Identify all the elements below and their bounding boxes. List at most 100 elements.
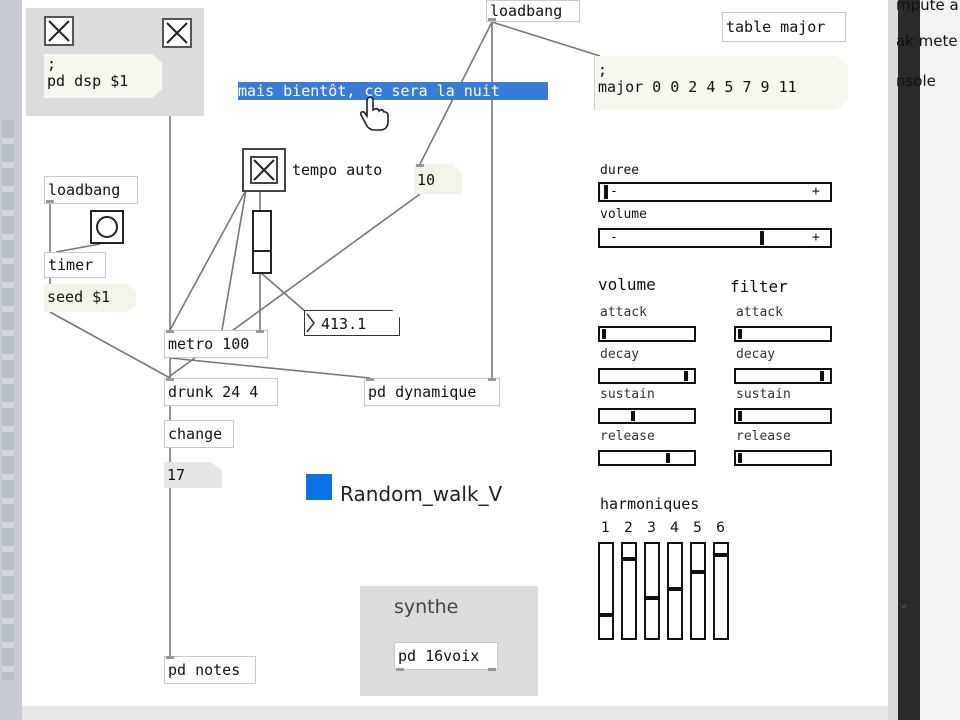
harmonic-slider-knob-2 (623, 557, 635, 561)
tempo-vertical-slider[interactable] (252, 210, 272, 274)
harmonic-slider-1[interactable] (598, 542, 614, 640)
duree-label: duree (600, 163, 640, 178)
harmonic-slider-2[interactable] (621, 542, 637, 640)
table-major-object[interactable]: table major (722, 12, 846, 42)
number-box-triangle-icon (306, 313, 315, 333)
x-icon (48, 20, 70, 42)
harmonic-number-3: 3 (647, 520, 656, 536)
volume-envelope-release-slider[interactable] (598, 450, 696, 466)
harmonic-number-1: 1 (601, 520, 610, 536)
major-scale-message[interactable]: ; major 0 0 2 4 5 7 9 11 (594, 56, 848, 110)
metro-inlet-left (166, 330, 174, 333)
tempo-vertical-slider-knob (254, 250, 270, 252)
harmonic-slider-3[interactable] (644, 542, 660, 640)
loadbang-left-outlet (46, 200, 54, 203)
volume-envelope-attack-slider[interactable] (598, 326, 696, 342)
blue-bang-square[interactable] (306, 474, 332, 500)
volume-envelope-decay-label: decay (600, 347, 640, 362)
harmonic-number-5: 5 (693, 520, 702, 536)
pd-16voix-object[interactable]: pd 16voix (394, 642, 498, 670)
bang-button[interactable] (90, 210, 124, 244)
pd-16voix-outlet-left (396, 668, 404, 671)
harmonic-number-2: 2 (624, 520, 633, 536)
harmonic-number-6: 6 (716, 520, 725, 536)
x-icon (166, 22, 188, 44)
drunk-object[interactable]: drunk 24 4 (164, 378, 278, 406)
filter-envelope-sustain-label: sustain (736, 387, 791, 402)
pd-dynamique-inlet-right (488, 378, 496, 381)
volume-slider[interactable]: - + (598, 228, 832, 248)
pd-notes-object[interactable]: pd notes (164, 656, 256, 684)
metro-inlet-right (256, 330, 264, 333)
loadbang-top-object[interactable]: loadbang (486, 0, 580, 22)
harmonic-slider-6[interactable] (713, 542, 729, 640)
pd-dynamique-inlet-left (366, 378, 374, 381)
loadbang-top-outlet (488, 18, 496, 21)
harmoniques-label: harmoniques (600, 495, 700, 513)
seed-message[interactable]: seed $1 (44, 284, 136, 312)
tempo-auto-toggle-inner (250, 156, 278, 184)
duree-slider-knob (604, 185, 608, 199)
metro-object[interactable]: metro 100 (164, 330, 268, 358)
selected-comment[interactable]: mais bientôt, ce sera la nuit (238, 82, 548, 100)
pd-notes-inlet (166, 656, 174, 659)
harmonic-slider-knob-4 (669, 587, 681, 591)
volume-envelope-decay-slider[interactable] (598, 368, 696, 384)
volume-minus: - (610, 230, 618, 245)
volume-envelope-sustain-slider[interactable] (598, 408, 696, 424)
volume-envelope-attack-label: attack (600, 305, 647, 320)
volume-envelope-release-knob (666, 453, 670, 463)
filter-envelope-attack-label: attack (736, 305, 783, 320)
volume-envelope-header: volume (598, 275, 656, 294)
filter-envelope-decay-label: decay (736, 347, 776, 362)
volume-envelope-sustain-knob (631, 411, 635, 421)
pd-16voix-outlet-right (488, 668, 496, 671)
pd-dynamique-object[interactable]: pd dynamique (364, 378, 500, 406)
harmonic-slider-knob-3 (646, 596, 658, 600)
timer-object[interactable]: timer (44, 252, 106, 278)
harmonic-slider-knob-6 (715, 553, 727, 557)
cord-metro-dynamique (169, 357, 371, 379)
volume-envelope-release-label: release (600, 429, 655, 444)
number-box-17[interactable]: 17 (164, 462, 222, 488)
hand-cursor-icon (360, 96, 389, 131)
cord-loadbang-top-to-major (491, 21, 601, 57)
filter-envelope-attack-slider[interactable] (734, 326, 832, 342)
harmonic-slider-4[interactable] (667, 542, 683, 640)
tempo-auto-label: tempo auto (292, 161, 383, 179)
x-icon (253, 159, 275, 181)
filter-envelope-release-slider[interactable] (734, 450, 832, 466)
filter-envelope-decay-knob (820, 371, 824, 381)
harmonic-slider-5[interactable] (690, 542, 706, 640)
filter-envelope-header: filter (730, 277, 788, 296)
harmonic-slider-knob-5 (692, 570, 704, 574)
harmonic-slider-knob-1 (600, 613, 612, 617)
loadbang-left-object[interactable]: loadbang (44, 176, 138, 204)
duree-slider[interactable]: - + (598, 182, 832, 202)
number-box-4131[interactable]: 413.1 (304, 310, 400, 336)
number-box-10[interactable]: 10 (414, 164, 462, 194)
volume-envelope-sustain-label: sustain (600, 387, 655, 402)
filter-envelope-release-label: release (736, 429, 791, 444)
pd-dsp-message[interactable]: ; pd dsp $1 (44, 54, 162, 98)
filter-envelope-sustain-knob (738, 411, 742, 421)
volume-plus: + (812, 230, 820, 245)
dsp-on-toggle[interactable] (162, 18, 192, 48)
volume-label: volume (600, 207, 647, 222)
change-object[interactable]: change (164, 420, 234, 448)
duree-plus: + (812, 184, 820, 199)
filter-envelope-sustain-slider[interactable] (734, 408, 832, 424)
filter-envelope-release-knob (738, 453, 742, 463)
random-walk-title: Random_walk_V (340, 482, 503, 506)
volume-envelope-decay-knob (684, 371, 688, 381)
tempo-auto-toggle[interactable] (242, 148, 286, 192)
filter-envelope-decay-slider[interactable] (734, 368, 832, 384)
volume-envelope-attack-knob (602, 329, 606, 339)
harmonic-number-4: 4 (670, 520, 679, 536)
cord-seed-drunk (49, 311, 171, 379)
synthe-label: synthe (394, 596, 459, 618)
dsp-off-toggle[interactable] (44, 16, 74, 46)
duree-minus: - (610, 184, 618, 199)
drunk-inlet (166, 378, 174, 381)
cord-bang-timer (55, 243, 101, 253)
